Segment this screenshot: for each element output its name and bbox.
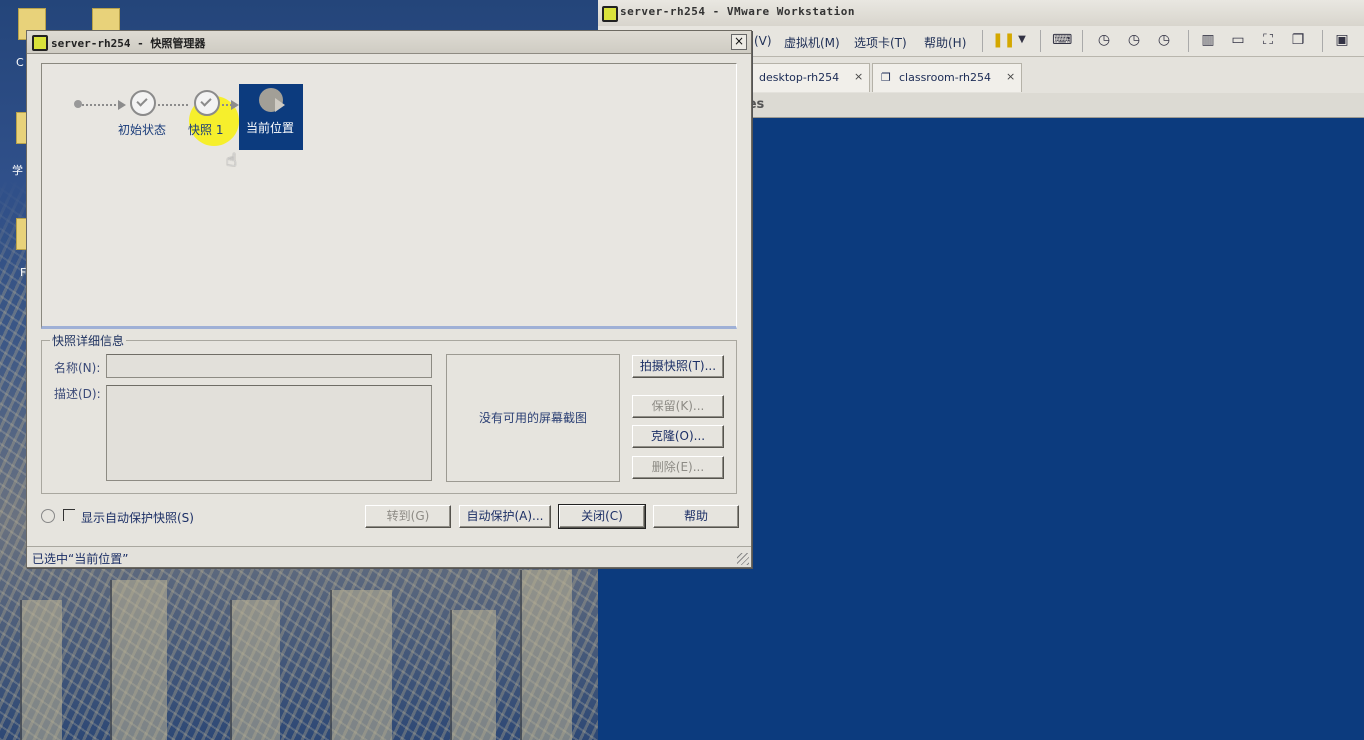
window-view-icon[interactable]: ▣	[1332, 30, 1352, 50]
dialog-title: server-rh254 - 快照管理器	[51, 37, 206, 50]
delete-button[interactable]: 删除(E)...	[632, 456, 724, 479]
vm-icon: ❐	[881, 71, 891, 84]
fullscreen-icon[interactable]: ⛶	[1258, 30, 1278, 50]
menu-vm[interactable]: 虚拟机(M)	[784, 34, 840, 51]
close-button[interactable]: ×	[731, 34, 747, 50]
toolbar-separator	[1322, 30, 1323, 52]
goto-button[interactable]: 转到(G)	[365, 505, 451, 528]
menu-view[interactable]: (V)	[754, 34, 772, 48]
pause-icon[interactable]: ❚❚	[992, 30, 1015, 50]
screenshot-preview: 没有可用的屏幕截图	[446, 354, 620, 482]
close-icon[interactable]: ×	[1006, 70, 1015, 83]
name-field[interactable]	[106, 354, 432, 378]
unity-icon[interactable]: ❐	[1288, 30, 1308, 50]
snapshot-take-icon[interactable]: ◷	[1094, 30, 1114, 50]
arrow-right-icon	[118, 100, 126, 110]
status-bar: 已选中“当前位置”	[27, 546, 751, 567]
snapshot-details-group: 快照详细信息 名称(N): 描述(D): 没有可用的屏幕截图 拍摄快照(T)..…	[41, 332, 737, 494]
snapshot-manager-icon[interactable]: ◷	[1154, 30, 1174, 50]
show-autoprotect-label[interactable]: 显示自动保护快照(S)	[81, 509, 194, 526]
description-label: 描述(D):	[54, 387, 101, 401]
wallpaper-building	[330, 590, 392, 740]
snapshot-node-1[interactable]: 快照 1	[188, 121, 223, 138]
snapshot-clock-icon	[194, 90, 220, 116]
snapshot-node-current[interactable]: 当前位置	[239, 84, 303, 150]
arrow-right-icon	[231, 100, 239, 110]
take-snapshot-button[interactable]: 拍摄快照(T)...	[632, 355, 724, 378]
status-text: 已选中“当前位置”	[32, 552, 129, 566]
tab-label: desktop-rh254	[759, 71, 840, 84]
send-keys-icon[interactable]: ⌨	[1052, 30, 1072, 50]
clone-button[interactable]: 克隆(O)...	[632, 425, 724, 448]
wallpaper-building	[450, 610, 496, 740]
vmware-logo-icon	[602, 6, 618, 22]
name-label: 名称(N):	[54, 361, 101, 375]
snapshot-tree[interactable]: 初始状态 快照 1 当前位置 ☝	[41, 63, 737, 329]
snapshot-manager-dialog: server-rh254 - 快照管理器 × 初始状态 快照 1 当前位置 ☝ …	[26, 30, 752, 568]
toolbar-separator	[1082, 30, 1083, 52]
wallpaper-building	[230, 600, 280, 740]
info-radio	[41, 509, 55, 523]
help-button[interactable]: 帮助	[653, 505, 739, 528]
tree-connector	[158, 104, 188, 106]
snapshot-clock-icon	[130, 90, 156, 116]
keep-button[interactable]: 保留(K)...	[632, 395, 724, 418]
sidebar-toggle-icon[interactable]: ▥	[1198, 30, 1218, 50]
vmware-window-title: server-rh254 - VMware Workstation	[620, 5, 856, 18]
wallpaper-building	[110, 580, 167, 740]
no-screenshot-text: 没有可用的屏幕截图	[478, 411, 587, 425]
tab-label: classroom-rh254	[899, 71, 992, 84]
root-node-icon	[74, 100, 82, 108]
wallpaper-building	[520, 570, 572, 740]
hand-cursor-icon: ☝	[226, 150, 237, 171]
toolbar-separator	[1040, 30, 1041, 52]
toolbar-separator	[1188, 30, 1189, 52]
play-icon	[275, 98, 285, 112]
chevron-down-icon[interactable]: ▼	[1012, 30, 1032, 50]
snapshot-node-initial[interactable]: 初始状态	[118, 121, 166, 138]
toolbar-separator	[982, 30, 983, 52]
tab-classroom-rh254[interactable]: ❐ classroom-rh254 ×	[872, 63, 1022, 92]
current-node-label: 当前位置	[246, 121, 295, 135]
vmware-titlebar[interactable]: server-rh254 - VMware Workstation	[598, 0, 1364, 27]
close-icon[interactable]: ×	[854, 70, 863, 83]
vmware-logo-icon	[32, 35, 48, 51]
tree-connector	[82, 104, 120, 106]
description-field[interactable]	[106, 385, 432, 481]
dialog-titlebar[interactable]: server-rh254 - 快照管理器 ×	[27, 31, 751, 54]
desktop-icon-label: 学	[12, 164, 23, 177]
show-autoprotect-checkbox[interactable]	[63, 509, 75, 521]
details-legend: 快照详细信息	[50, 332, 127, 349]
snapshot-revert-icon[interactable]: ◷	[1124, 30, 1144, 50]
wallpaper-building	[20, 600, 62, 740]
console-view-icon[interactable]: ▭	[1228, 30, 1248, 50]
resize-grip-icon[interactable]	[737, 553, 749, 565]
tab-desktop-rh254[interactable]: desktop-rh254 ×	[748, 63, 870, 92]
autoprotect-button[interactable]: 自动保护(A)...	[459, 505, 551, 528]
desktop-icon-label: C	[16, 56, 24, 69]
menu-tabs[interactable]: 选项卡(T)	[854, 34, 907, 51]
close-dialog-button[interactable]: 关闭(C)	[558, 504, 646, 529]
menu-help[interactable]: 帮助(H)	[924, 34, 966, 51]
